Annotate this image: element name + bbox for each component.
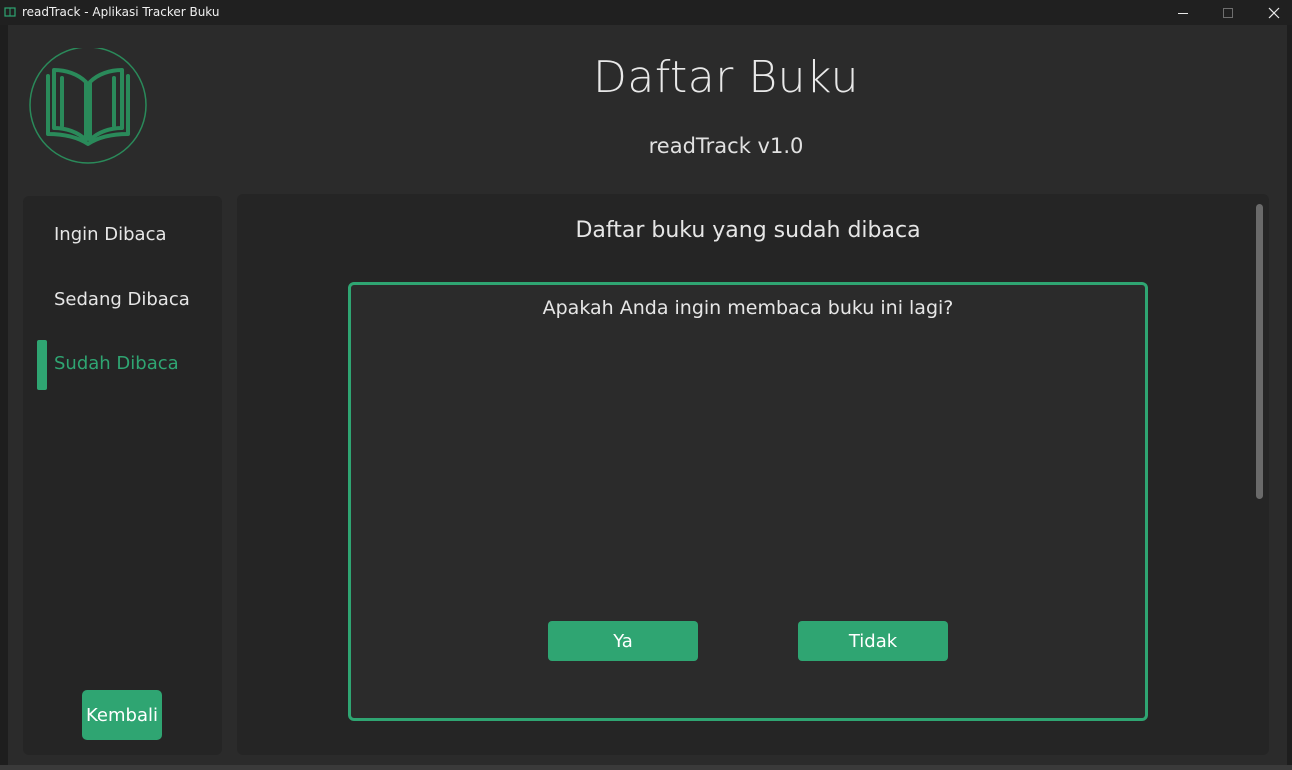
maximize-button[interactable]	[1205, 0, 1251, 25]
minimize-icon	[1178, 12, 1188, 14]
dialog-question: Apakah Anda ingin membaca buku ini lagi?	[542, 297, 954, 319]
confirm-dialog: Apakah Anda ingin membaca buku ini lagi?…	[348, 282, 1148, 721]
sidebar-item-label: Ingin Dibaca	[54, 224, 167, 245]
panel-title: Daftar buku yang sudah dibaca	[575, 218, 921, 243]
yes-button[interactable]: Ya	[548, 621, 698, 661]
window-bottom-edge	[0, 765, 1292, 770]
main-panel: Daftar buku yang sudah dibaca Apakah And…	[237, 194, 1269, 755]
sidebar-item-label: Sedang Dibaca	[54, 289, 190, 310]
minimize-button[interactable]	[1160, 0, 1206, 25]
page-title: Daftar Buku	[592, 52, 860, 103]
title-bar: readTrack - Aplikasi Tracker Buku	[0, 0, 1292, 25]
app-icon	[4, 7, 16, 17]
sidebar: Ingin Dibaca Sedang Dibaca Sudah Dibaca …	[23, 196, 222, 755]
back-button[interactable]: Kembali	[82, 690, 162, 740]
scrollbar-thumb[interactable]	[1256, 204, 1263, 499]
close-button[interactable]	[1251, 0, 1292, 25]
open-book-icon	[29, 48, 147, 164]
sidebar-item-ingin-dibaca[interactable]: Ingin Dibaca	[23, 211, 222, 261]
no-button[interactable]: Tidak	[798, 621, 948, 661]
sidebar-item-sudah-dibaca[interactable]: Sudah Dibaca	[23, 340, 222, 390]
window-title: readTrack - Aplikasi Tracker Buku	[22, 5, 220, 19]
close-icon	[1268, 7, 1280, 18]
scrollbar[interactable]	[1253, 202, 1265, 747]
sidebar-item-label: Sudah Dibaca	[54, 353, 179, 374]
maximize-icon	[1223, 7, 1233, 18]
active-indicator	[37, 340, 47, 390]
app-version: readTrack v1.0	[648, 134, 804, 158]
sidebar-item-sedang-dibaca[interactable]: Sedang Dibaca	[23, 276, 222, 326]
